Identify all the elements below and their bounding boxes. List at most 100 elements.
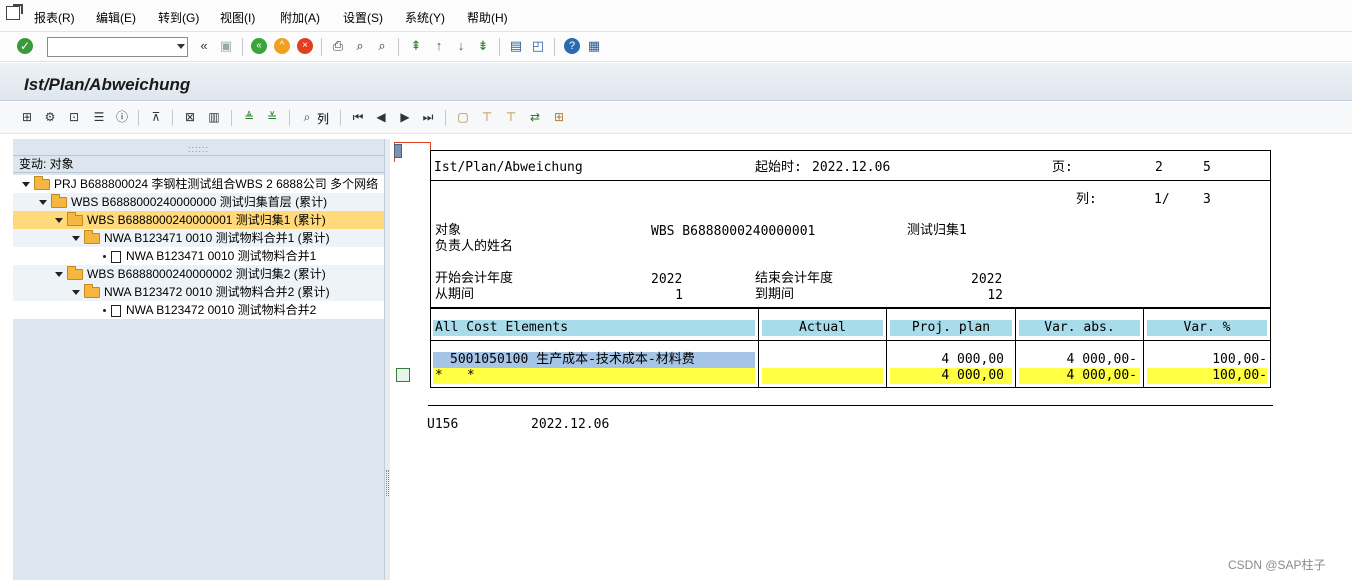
toolbar-separator bbox=[231, 110, 232, 126]
info-icon[interactable]: ⓘ bbox=[114, 109, 130, 125]
prev-page-icon[interactable]: ↑ bbox=[431, 38, 447, 54]
document-icon bbox=[111, 250, 121, 263]
first-page-icon[interactable]: ⇞ bbox=[408, 38, 424, 54]
tree-icon[interactable]: ⊤ bbox=[479, 109, 495, 125]
var-abs-cell[interactable]: 4 000,00- bbox=[1019, 352, 1137, 368]
start-date: 2022.12.06 bbox=[812, 160, 891, 175]
expand-icon[interactable]: ≜ bbox=[241, 109, 257, 125]
splitter-grip-icon[interactable] bbox=[386, 470, 389, 496]
from-year-value: 2022 bbox=[651, 272, 683, 287]
expand-arrow-icon[interactable] bbox=[22, 182, 30, 188]
divider bbox=[1015, 309, 1016, 387]
columns-icon[interactable]: ⌕ bbox=[299, 109, 315, 125]
plan-cell[interactable]: 4 000,00 bbox=[890, 352, 1004, 368]
object-label: 对象 bbox=[435, 223, 462, 238]
tree-node-project[interactable]: PRJ B688800024 李钢柱测试组合WBS 2 6888公司 多个网络 bbox=[13, 175, 384, 193]
command-field[interactable] bbox=[47, 37, 188, 57]
bullet-icon bbox=[103, 309, 106, 313]
enter-icon[interactable]: ✓ bbox=[17, 38, 33, 54]
find-icon[interactable]: ⌕ bbox=[352, 38, 368, 54]
total-var-pct-cell[interactable]: 100,00- bbox=[1147, 368, 1267, 384]
toolbar-separator bbox=[242, 38, 243, 56]
watermark: CSDN @SAP柱子 bbox=[1228, 558, 1326, 572]
save-icon[interactable]: ▣ bbox=[218, 38, 234, 54]
tree-node-wbs-1[interactable]: WBS B6888000240000001 测试归集1 (累计) bbox=[13, 211, 384, 229]
actual-cell[interactable] bbox=[762, 352, 883, 368]
hierarchy-icon[interactable]: ⊞ bbox=[19, 109, 35, 125]
column-total: 3 bbox=[1203, 192, 1211, 207]
tree-node-wbs-2[interactable]: WBS B6888000240000002 测试归集2 (累计) bbox=[13, 265, 384, 283]
tree-node-nwa-2[interactable]: NWA B123472 0010 测试物料合并2 bbox=[13, 301, 384, 319]
columns-label[interactable]: 列 bbox=[317, 110, 329, 127]
column-header-var-pct[interactable]: Var. % bbox=[1147, 320, 1267, 336]
total-actual-cell[interactable] bbox=[762, 368, 883, 384]
help-icon[interactable]: ? bbox=[564, 38, 580, 54]
collapse-icon[interactable]: ≚ bbox=[264, 109, 280, 125]
menu-settings[interactable]: 设置(S) bbox=[343, 9, 383, 26]
filter-icon[interactable]: ⊼ bbox=[148, 109, 164, 125]
back-icon[interactable]: « bbox=[251, 38, 267, 54]
layout-icon[interactable]: ▦ bbox=[586, 38, 602, 54]
cost-element-cell[interactable]: 5001050100 生产成本-技术成本-材料费 bbox=[433, 352, 755, 368]
column-header-actual[interactable]: Actual bbox=[762, 320, 883, 336]
structure-icon[interactable]: ⊞ bbox=[551, 109, 567, 125]
prev-column-icon[interactable]: ◀ bbox=[373, 109, 389, 125]
splitter-grip-icon[interactable]: :::::: bbox=[188, 144, 209, 154]
tree-expand-icon[interactable]: ⊤ bbox=[503, 109, 519, 125]
page-title: Ist/Plan/Abweichung bbox=[24, 75, 191, 94]
print-icon[interactable]: ⎙ bbox=[330, 38, 346, 54]
exit-icon[interactable]: ^ bbox=[274, 38, 290, 54]
chevron-down-icon[interactable] bbox=[177, 44, 185, 49]
new-session-icon[interactable]: ▤ bbox=[508, 38, 524, 54]
swap-icon[interactable]: ⇄ bbox=[527, 109, 543, 125]
menu-help[interactable]: 帮助(H) bbox=[467, 9, 508, 26]
tree-node-nwa-2-cum[interactable]: NWA B123472 0010 测试物料合并2 (累计) bbox=[13, 283, 384, 301]
divider bbox=[430, 180, 1271, 181]
folder-icon bbox=[67, 266, 83, 281]
expand-arrow-icon[interactable] bbox=[72, 290, 80, 296]
tree-node-label: WBS B6888000240000001 测试归集1 (累计) bbox=[87, 213, 326, 227]
select-icon[interactable]: ⊠ bbox=[182, 109, 198, 125]
menu-report[interactable]: 报表(R) bbox=[34, 9, 75, 26]
last-column-icon[interactable]: ⏭ bbox=[420, 109, 436, 125]
menu-goto[interactable]: 转到(G) bbox=[158, 9, 199, 26]
next-page-icon[interactable]: ↓ bbox=[453, 38, 469, 54]
menu-extras[interactable]: 附加(A) bbox=[280, 9, 320, 26]
expand-arrow-icon[interactable] bbox=[72, 236, 80, 242]
menu-edit[interactable]: 编辑(E) bbox=[96, 9, 136, 26]
column-header-elements[interactable]: All Cost Elements bbox=[433, 320, 755, 336]
expand-arrow-icon[interactable] bbox=[55, 218, 63, 224]
menu-view[interactable]: 视图(I) bbox=[220, 9, 255, 26]
menu-system[interactable]: 系统(Y) bbox=[405, 9, 445, 26]
list-icon[interactable]: ☰ bbox=[91, 109, 107, 125]
tree-node-wbs-top[interactable]: WBS B6888000240000000 测试归集首层 (累计) bbox=[13, 193, 384, 211]
page-marker-icon[interactable] bbox=[394, 144, 402, 158]
settings-icon[interactable]: ⚙ bbox=[42, 109, 58, 125]
toolbar-separator bbox=[499, 38, 500, 56]
lock-icon[interactable]: ⊡ bbox=[66, 109, 82, 125]
layout-icon[interactable]: ▥ bbox=[206, 109, 222, 125]
column-header-var-abs[interactable]: Var. abs. bbox=[1019, 320, 1140, 336]
next-column-icon[interactable]: ▶ bbox=[397, 109, 413, 125]
toolbar-separator bbox=[289, 110, 290, 126]
tree-node-label: NWA B123472 0010 测试物料合并2 (累计) bbox=[104, 285, 330, 299]
column-header-plan[interactable]: Proj. plan bbox=[890, 320, 1012, 336]
total-row-label[interactable]: * * bbox=[433, 368, 755, 384]
toolbar-separator bbox=[554, 38, 555, 56]
last-page-icon[interactable]: ⇟ bbox=[475, 38, 491, 54]
total-var-abs-cell[interactable]: 4 000,00- bbox=[1019, 368, 1140, 384]
total-plan-cell[interactable]: 4 000,00 bbox=[890, 368, 1012, 384]
find-next-icon[interactable]: ⌕ bbox=[374, 38, 390, 54]
drilldown-icon[interactable] bbox=[396, 368, 410, 382]
var-pct-cell[interactable]: 100,00- bbox=[1147, 352, 1267, 368]
menu-exit-icon[interactable] bbox=[6, 6, 20, 20]
tree-node-nwa-1-cum[interactable]: NWA B123471 0010 测试物料合并1 (累计) bbox=[13, 229, 384, 247]
shortcut-icon[interactable]: ◰ bbox=[530, 38, 546, 54]
double-chevron-left-icon[interactable]: « bbox=[196, 38, 212, 54]
expand-arrow-icon[interactable] bbox=[39, 200, 47, 206]
first-column-icon[interactable]: ⏮ bbox=[350, 109, 366, 125]
expand-arrow-icon[interactable] bbox=[55, 272, 63, 278]
new-node-icon[interactable]: ▢ bbox=[455, 109, 471, 125]
cancel-icon[interactable]: × bbox=[297, 38, 313, 54]
tree-node-nwa-1[interactable]: NWA B123471 0010 测试物料合并1 bbox=[13, 247, 384, 265]
